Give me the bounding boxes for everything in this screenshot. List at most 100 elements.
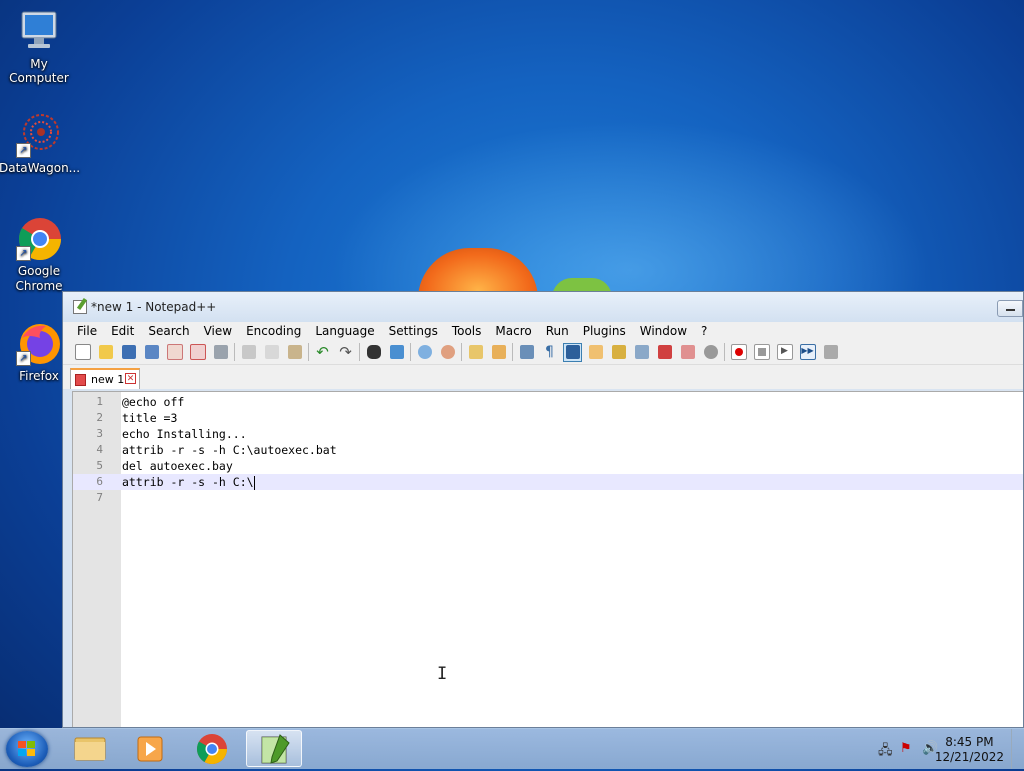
menu-edit[interactable]: Edit bbox=[104, 322, 141, 340]
save-macro-icon bbox=[823, 345, 838, 359]
save-button[interactable] bbox=[119, 343, 138, 362]
editor-line: 4 attrib -r -s -h C:\autoexec.bat bbox=[73, 442, 1023, 458]
line-number: 3 bbox=[96, 427, 103, 440]
folder-workspace-icon bbox=[680, 345, 695, 359]
user-language-icon bbox=[588, 345, 603, 359]
menu-search[interactable]: Search bbox=[141, 322, 196, 340]
open-file-button[interactable] bbox=[96, 343, 115, 362]
editor-line: 2 title =3 bbox=[73, 410, 1023, 426]
menu-macro[interactable]: Macro bbox=[488, 322, 538, 340]
redo-button[interactable]: ↷ bbox=[336, 343, 355, 362]
menu-help[interactable]: ? bbox=[694, 322, 714, 340]
tab-new-1[interactable]: new 1 ✕ bbox=[70, 368, 140, 389]
record-macro-button[interactable] bbox=[729, 343, 748, 362]
menu-encoding[interactable]: Encoding bbox=[239, 322, 308, 340]
cut-button[interactable] bbox=[239, 343, 258, 362]
zoom-in-button[interactable] bbox=[415, 343, 434, 362]
print-button[interactable] bbox=[211, 343, 230, 362]
taskbar-media-player[interactable] bbox=[122, 730, 178, 767]
copy-button[interactable] bbox=[262, 343, 281, 362]
desktop-icon-datawagon[interactable]: ↗ DataWagon... bbox=[0, 112, 80, 175]
save-all-button[interactable] bbox=[142, 343, 161, 362]
paste-button[interactable] bbox=[285, 343, 304, 362]
line-text: attrib -r -s -h C:\ bbox=[122, 475, 254, 489]
save-macro-button[interactable] bbox=[821, 343, 840, 362]
toolbar-separator bbox=[512, 343, 513, 361]
current-editor-line: 6 attrib -r -s -h C:\ bbox=[73, 474, 1023, 490]
close-button[interactable] bbox=[165, 343, 184, 362]
function-list-button[interactable] bbox=[655, 343, 674, 362]
menu-view[interactable]: View bbox=[197, 322, 239, 340]
network-icon[interactable]: 🖧 bbox=[878, 741, 893, 763]
sync-horizontal-button[interactable] bbox=[489, 343, 508, 362]
new-file-button[interactable] bbox=[73, 343, 92, 362]
undo-button[interactable]: ↶ bbox=[313, 343, 332, 362]
menu-run[interactable]: Run bbox=[539, 322, 576, 340]
show-all-characters-button[interactable]: ¶ bbox=[540, 343, 559, 362]
windows-logo-icon bbox=[18, 741, 35, 756]
zoom-out-icon bbox=[440, 345, 455, 359]
menu-tools[interactable]: Tools bbox=[445, 322, 489, 340]
doc-list-button[interactable] bbox=[632, 343, 651, 362]
menu-window[interactable]: Window bbox=[633, 322, 694, 340]
taskbar-notepad-plus-plus[interactable] bbox=[246, 730, 302, 767]
replace-button[interactable] bbox=[387, 343, 406, 362]
play-macro-button[interactable]: ▶ bbox=[775, 343, 794, 362]
word-wrap-icon bbox=[519, 345, 534, 359]
pilcrow-icon: ¶ bbox=[545, 344, 554, 360]
stop-macro-button[interactable] bbox=[752, 343, 771, 362]
editor-area[interactable]: 1 @echo off 2 title =3 3 echo Installing… bbox=[72, 391, 1023, 727]
line-number: 6 bbox=[96, 475, 103, 488]
menu-language[interactable]: Language bbox=[308, 322, 381, 340]
monitoring-button[interactable] bbox=[701, 343, 720, 362]
print-icon bbox=[213, 345, 228, 359]
run-macro-multiple-button[interactable]: ▶▶ bbox=[798, 343, 817, 362]
sync-vertical-button[interactable] bbox=[466, 343, 485, 362]
editor-line: 5 del autoexec.bay bbox=[73, 458, 1023, 474]
doc-map-icon bbox=[611, 345, 626, 359]
menu-plugins[interactable]: Plugins bbox=[576, 322, 633, 340]
start-button[interactable] bbox=[6, 731, 48, 767]
toolbar-separator bbox=[410, 343, 411, 361]
editor-line: 7 bbox=[73, 490, 1023, 506]
line-number: 1 bbox=[96, 395, 103, 408]
save-all-icon bbox=[144, 345, 159, 359]
desktop-icon-my-computer[interactable]: My Computer bbox=[0, 8, 79, 85]
close-all-icon bbox=[189, 344, 206, 360]
folder-as-workspace-button[interactable] bbox=[678, 343, 697, 362]
mouse-ibeam-cursor-icon: I bbox=[437, 664, 448, 684]
line-text: @echo off bbox=[122, 395, 185, 409]
zoom-out-button[interactable] bbox=[438, 343, 457, 362]
notepad-plus-plus-icon bbox=[73, 300, 87, 314]
menu-file[interactable]: File bbox=[70, 322, 104, 340]
datawagon-icon: ↗ bbox=[16, 112, 62, 158]
window-titlebar[interactable]: *new 1 - Notepad++ bbox=[63, 292, 1023, 322]
desktop-icon-label: My Computer bbox=[9, 57, 69, 85]
close-file-icon bbox=[166, 344, 183, 360]
paste-icon bbox=[287, 345, 302, 359]
line-text-with-caret: attrib -r -s -h C:\ bbox=[122, 474, 255, 490]
taskbar-chrome[interactable] bbox=[184, 730, 240, 767]
windows-explorer-icon bbox=[74, 737, 106, 761]
close-all-button[interactable] bbox=[188, 343, 207, 362]
desktop-icon-google-chrome[interactable]: ↗ Google Chrome bbox=[0, 215, 79, 294]
taskbar-windows-explorer[interactable] bbox=[62, 730, 118, 767]
toolbar: ↶ ↷ ¶ ▶ ▶▶ bbox=[63, 340, 1023, 365]
user-language-button[interactable] bbox=[586, 343, 605, 362]
tab-label: new 1 bbox=[91, 373, 125, 386]
doc-map-button[interactable] bbox=[609, 343, 628, 362]
clock[interactable]: 8:45 PM 12/21/2022 bbox=[935, 735, 1004, 765]
menu-settings[interactable]: Settings bbox=[382, 322, 445, 340]
action-center-flag-icon[interactable]: ⚑ bbox=[900, 741, 912, 756]
find-button[interactable] bbox=[364, 343, 383, 362]
tab-close-icon[interactable]: ✕ bbox=[125, 373, 136, 384]
minimize-button[interactable] bbox=[997, 300, 1023, 317]
copy-icon bbox=[264, 345, 279, 359]
show-desktop-button[interactable] bbox=[1011, 729, 1024, 769]
undo-icon: ↶ bbox=[316, 343, 329, 361]
shortcut-arrow-icon: ↗ bbox=[16, 143, 31, 158]
editor-line: 1 @echo off bbox=[73, 394, 1023, 410]
indent-guide-button[interactable] bbox=[563, 342, 582, 362]
word-wrap-button[interactable] bbox=[517, 343, 536, 362]
editor-lines: 1 @echo off 2 title =3 3 echo Installing… bbox=[73, 392, 1023, 506]
